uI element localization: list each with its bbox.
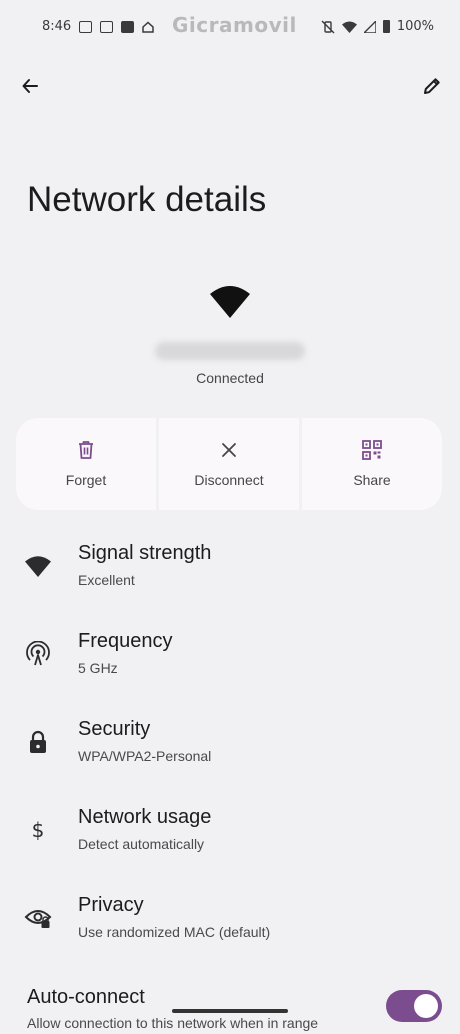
- share-label: Share: [353, 472, 391, 488]
- battery-level: 100%: [396, 19, 434, 34]
- pencil-icon: [424, 78, 440, 94]
- wifi-icon: [210, 286, 250, 318]
- status-bar-left: 8:46: [42, 19, 154, 34]
- back-button[interactable]: [10, 66, 50, 106]
- close-icon: [222, 443, 236, 457]
- gmail-icon: [79, 20, 93, 33]
- home-icon: [142, 20, 154, 33]
- detail-value: Use randomized MAC (default): [78, 924, 271, 940]
- youtube-icon: [121, 20, 135, 33]
- privacy-eye-icon: [24, 904, 52, 932]
- status-bar: 8:46 Gicramovil 100%: [0, 0, 460, 56]
- auto-connect-description: Allow connection to this network when in…: [27, 1015, 319, 1031]
- detail-value: Detect automatically: [78, 836, 205, 852]
- auto-connect-title: Auto-connect: [27, 986, 145, 1008]
- antenna-icon: [24, 640, 52, 668]
- forget-button[interactable]: Forget: [16, 418, 156, 510]
- svg-text:$: $: [32, 818, 45, 842]
- detail-title: Security: [78, 718, 151, 740]
- page-title: Network details: [27, 180, 267, 219]
- edit-button[interactable]: [412, 66, 452, 106]
- detail-value: WPA/WPA2-Personal: [78, 748, 212, 764]
- detail-title: Signal strength: [78, 542, 212, 564]
- detail-row-security[interactable]: Security WPA/WPA2-Personal: [0, 706, 460, 794]
- detail-row-network-usage[interactable]: $ Network usage Detect automatically: [0, 794, 460, 882]
- detail-row-privacy[interactable]: Privacy Use randomized MAC (default): [0, 882, 460, 970]
- trash-icon: [79, 441, 93, 459]
- lock-icon: [24, 728, 52, 756]
- clock: 8:46: [42, 19, 72, 34]
- vibrate-off-icon: [321, 20, 335, 33]
- calendar-icon: [100, 20, 114, 33]
- status-bar-right: 100%: [321, 19, 434, 34]
- disconnect-button[interactable]: Disconnect: [159, 418, 299, 510]
- watermark-brand: Gicramovil: [172, 13, 297, 37]
- detail-title: Privacy: [78, 894, 144, 916]
- dollar-icon: $: [24, 816, 52, 844]
- detail-title: Network usage: [78, 806, 212, 828]
- auto-connect-row[interactable]: Auto-connect Allow connection to this ne…: [0, 974, 460, 1034]
- toggle-knob: [414, 994, 438, 1018]
- detail-value: 5 GHz: [78, 660, 118, 676]
- disconnect-label: Disconnect: [194, 472, 264, 488]
- wifi-icon: [24, 552, 52, 580]
- connection-status: Connected: [196, 370, 264, 386]
- detail-title: Frequency: [78, 630, 173, 652]
- network-name-redacted: [155, 342, 305, 360]
- action-bar: Forget Disconnect Share: [16, 418, 442, 510]
- auto-connect-toggle[interactable]: [386, 990, 442, 1022]
- qr-code-icon: [362, 440, 382, 460]
- forget-label: Forget: [65, 472, 107, 488]
- detail-row-signal-strength[interactable]: Signal strength Excellent: [0, 530, 460, 618]
- wifi-icon: [341, 21, 357, 33]
- arrow-back-icon: [22, 79, 38, 93]
- detail-row-frequency[interactable]: Frequency 5 GHz: [0, 618, 460, 706]
- gesture-nav-handle[interactable]: [172, 1009, 288, 1013]
- signal-icon: [363, 20, 376, 33]
- battery-icon: [382, 20, 390, 33]
- detail-value: Excellent: [78, 572, 135, 588]
- share-button[interactable]: Share: [302, 418, 442, 510]
